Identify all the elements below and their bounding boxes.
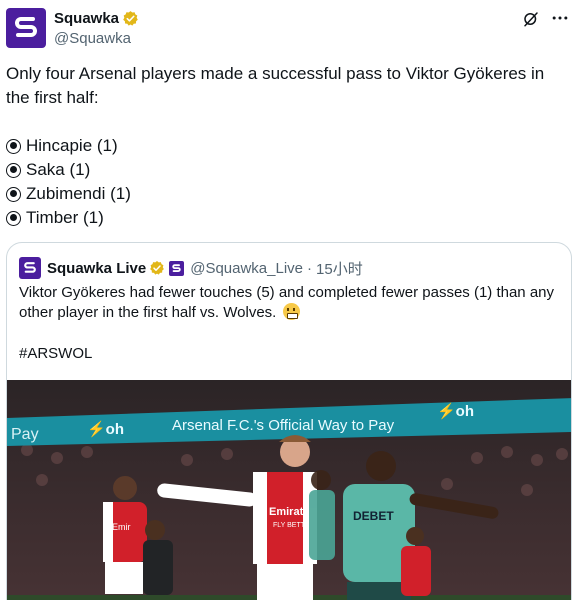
bullet-list: Hincapie (1) Saka (1) Zubimendi (1) Timb… xyxy=(6,134,131,230)
list-item: Saka (1) xyxy=(6,158,131,182)
svg-text:⚡oh: ⚡oh xyxy=(437,402,474,420)
author-avatar[interactable] xyxy=(6,8,46,48)
squawka-logo-icon xyxy=(15,17,37,37)
affiliate-badge-icon xyxy=(169,260,185,276)
list-item-label: Hincapie (1) xyxy=(26,136,118,155)
squawka-logo-icon xyxy=(24,262,36,273)
author-handle[interactable]: @Squawka xyxy=(54,30,131,47)
radio-button-icon xyxy=(6,186,21,202)
list-item-label: Zubimendi (1) xyxy=(26,184,131,203)
separator-dot: · xyxy=(307,259,313,277)
radio-button-icon xyxy=(6,138,21,154)
grimacing-emoji-icon xyxy=(282,303,300,320)
grok-icon[interactable] xyxy=(522,10,540,28)
list-item: Zubimendi (1) xyxy=(6,182,131,206)
jersey-sponsor-red: Emirates xyxy=(269,506,315,518)
author-name[interactable]: Squawka xyxy=(54,10,119,27)
quoted-tweet-header: Squawka Live @Squawka_Live · 15小时 xyxy=(19,257,363,279)
banner-text: Arsenal F.C.'s Official Way to Pay xyxy=(172,417,395,434)
quoted-author-avatar[interactable] xyxy=(19,257,41,279)
list-item: Timber (1) xyxy=(6,206,131,230)
jersey-sponsor-red-sub: FLY BETTER xyxy=(273,522,315,529)
list-item: Hincapie (1) xyxy=(6,134,131,158)
hashtag-link[interactable]: #ARSWOL xyxy=(19,345,92,362)
quoted-tweet-text: Viktor Gyökeres had fewer touches (5) an… xyxy=(19,283,559,323)
jersey-sponsor-teal: DEBET xyxy=(353,509,394,523)
list-item-label: Saka (1) xyxy=(26,160,91,179)
banner-left-text: Pay xyxy=(11,426,39,443)
radio-button-icon xyxy=(6,210,21,226)
verified-badge-icon xyxy=(123,11,138,26)
match-photo[interactable]: Pay ⚡oh Arsenal F.C.'s Official Way to P… xyxy=(7,380,571,600)
radio-button-icon xyxy=(6,162,21,178)
football-scene-illustration: Pay ⚡oh Arsenal F.C.'s Official Way to P… xyxy=(7,380,571,600)
tweet-text: Only four Arsenal players made a success… xyxy=(6,62,566,110)
more-icon[interactable] xyxy=(550,8,570,28)
list-item-label: Timber (1) xyxy=(26,208,104,227)
verified-badge-icon xyxy=(150,261,165,275)
banner-logo-text: ⚡oh xyxy=(87,420,124,438)
quoted-timestamp[interactable]: 15小时 xyxy=(316,258,363,279)
quoted-tweet[interactable]: Squawka Live @Squawka_Live · 15小时 Viktor… xyxy=(6,242,572,600)
quoted-author-name[interactable]: Squawka Live xyxy=(47,260,146,277)
quoted-author-handle[interactable]: @Squawka_Live xyxy=(190,260,303,277)
tweet-header: Squawka @Squawka xyxy=(6,8,570,50)
tweet-body: Only four Arsenal players made a success… xyxy=(6,64,545,107)
svg-text:Emir: Emir xyxy=(112,522,131,532)
